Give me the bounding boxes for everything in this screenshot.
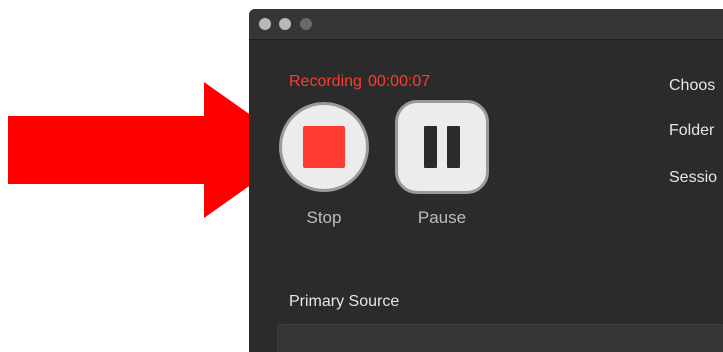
title-bar[interactable] [249, 9, 723, 40]
primary-source-label: Primary Source [289, 293, 400, 310]
recording-status: Recording 00:00:07 [289, 73, 430, 91]
pause-button[interactable] [395, 100, 489, 194]
zoom-window-button[interactable] [300, 18, 312, 30]
pause-icon [424, 126, 460, 168]
minimize-window-button[interactable] [279, 18, 291, 30]
close-window-button[interactable] [259, 18, 271, 30]
recording-label: Recording [289, 73, 362, 90]
folder-label: Folder [669, 122, 715, 139]
stop-label: Stop [306, 208, 342, 227]
recording-timer: 00:00:07 [367, 73, 431, 90]
pause-label: Pause [417, 208, 467, 227]
choose-label: Choos [669, 77, 716, 94]
stop-button[interactable] [279, 102, 369, 192]
stop-icon [303, 126, 345, 168]
recorder-window: Recording 00:00:07 Stop Pause Choos Folde… [249, 9, 723, 352]
session-label: Sessio [669, 169, 718, 186]
primary-source-panel[interactable] [277, 324, 723, 352]
